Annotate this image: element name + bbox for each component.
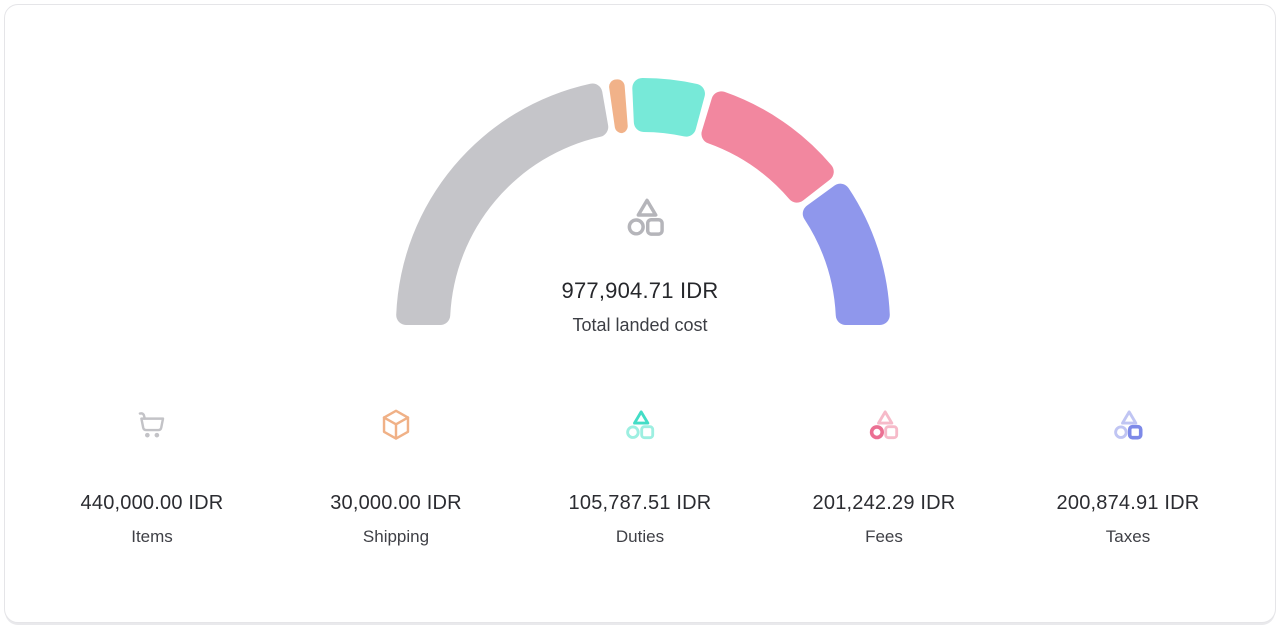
gauge-segment-duties	[632, 78, 705, 137]
item-label: Shipping	[363, 527, 429, 547]
landed-cost-card: 977,904.71 IDR Total landed cost 440,000…	[4, 4, 1276, 623]
breakdown-item-duties: 105,787.51 IDR Duties	[518, 407, 762, 547]
shapes-circle-icon	[866, 407, 902, 443]
item-value: 440,000.00 IDR	[81, 492, 224, 514]
breakdown-item-fees: 201,242.29 IDR Fees	[762, 407, 1006, 547]
item-label: Taxes	[1106, 527, 1150, 547]
total-landed-cost-value: 977,904.71 IDR	[5, 277, 1275, 304]
shapes-square-icon	[1110, 407, 1146, 443]
item-value: 200,874.91 IDR	[1057, 492, 1200, 514]
item-label: Fees	[865, 527, 903, 547]
breakdown-row: 440,000.00 IDR Items 30,000.00 IDR Shipp…	[30, 407, 1250, 547]
item-value: 30,000.00 IDR	[330, 492, 462, 514]
breakdown-item-shipping: 30,000.00 IDR Shipping	[274, 407, 518, 547]
gauge-segment-fees	[701, 91, 833, 202]
breakdown-item-items: 440,000.00 IDR Items	[30, 407, 274, 547]
item-value: 105,787.51 IDR	[569, 492, 712, 514]
gauge-segment-shipping	[609, 79, 628, 133]
total-landed-cost-label: Total landed cost	[5, 313, 1275, 338]
breakdown-item-taxes: 200,874.91 IDR Taxes	[1006, 407, 1250, 547]
item-label: Duties	[616, 527, 664, 547]
item-value: 201,242.29 IDR	[813, 492, 956, 514]
package-icon	[378, 407, 414, 443]
item-label: Items	[131, 527, 173, 547]
shapes-triangle-icon	[622, 407, 658, 443]
shapes-icon	[622, 194, 669, 241]
cart-icon	[134, 407, 170, 443]
